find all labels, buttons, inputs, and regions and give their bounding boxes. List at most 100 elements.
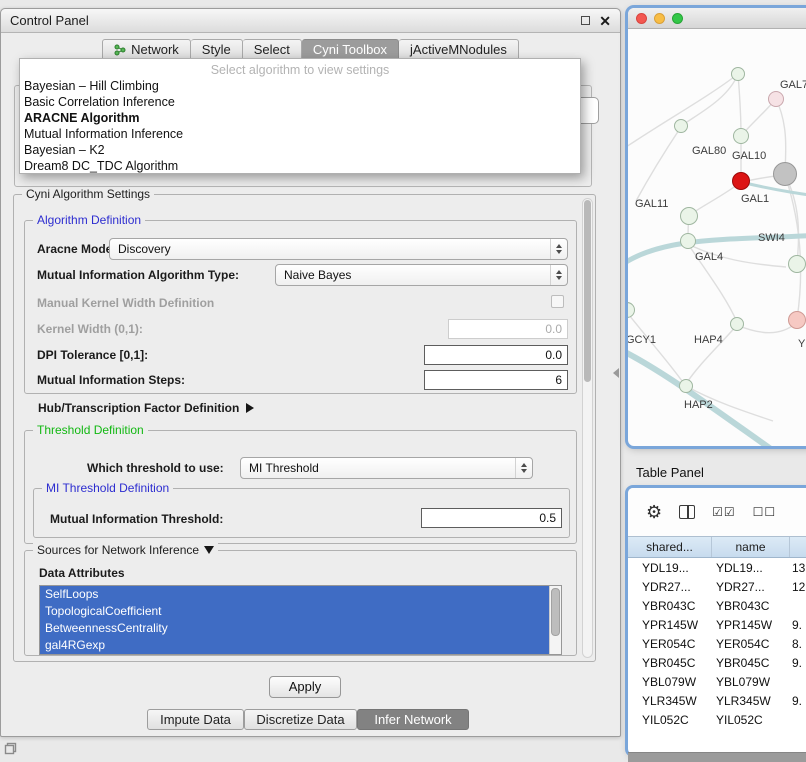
which-threshold-select[interactable]: MI Threshold <box>240 457 533 479</box>
mi-type-select[interactable]: Naive Bayes <box>275 264 568 286</box>
float-window-icon[interactable] <box>581 16 590 25</box>
attribute-item-selected[interactable]: gal4RGexp <box>40 637 549 654</box>
sources-group: Sources for Network Inference Data Attri… <box>24 550 577 656</box>
algorithm-option[interactable]: Bayesian – K2 <box>20 142 580 158</box>
network-node[interactable] <box>731 67 745 81</box>
tab-jactivemnodules[interactable]: jActiveMNodules <box>399 39 519 60</box>
network-node[interactable] <box>768 91 784 107</box>
tab-network[interactable]: Network <box>102 39 191 60</box>
table-row[interactable]: YBL079W YBL079W <box>628 672 806 691</box>
column-header-name[interactable]: name <box>712 537 790 557</box>
sources-legend[interactable]: Sources for Network Inference <box>37 543 199 557</box>
network-node[interactable] <box>674 119 688 133</box>
tab-impute-data[interactable]: Impute Data <box>147 709 244 730</box>
table-row[interactable]: YDR27... YDR27... 12 <box>628 577 806 596</box>
minimize-traffic-light[interactable] <box>654 13 665 24</box>
tab-select[interactable]: Select <box>243 39 302 60</box>
network-canvas[interactable]: GAL7 GAL80 GAL10 GAL11 GAL1 SWI4 GAL4 GC… <box>628 29 806 446</box>
network-node[interactable] <box>730 317 744 331</box>
network-node[interactable] <box>733 128 749 144</box>
cell: 9. <box>790 618 806 632</box>
aracne-mode-select[interactable]: Discovery <box>109 238 568 260</box>
cell: YLR345W <box>628 694 712 708</box>
network-node[interactable] <box>773 162 797 186</box>
kernel-width-input[interactable] <box>448 319 568 339</box>
table-row[interactable]: YPR145W YPR145W 9. <box>628 615 806 634</box>
deselect-all-icon[interactable]: ☐☐ <box>753 505 777 519</box>
table-row[interactable]: YER054C YER054C 8. <box>628 634 806 653</box>
algorithm-option[interactable]: Bayesian – Hill Climbing <box>20 78 580 94</box>
zoom-traffic-light[interactable] <box>672 13 683 24</box>
collapse-down-icon[interactable] <box>204 546 214 554</box>
algorithm-option-selected[interactable]: ARACNE Algorithm <box>20 110 580 126</box>
mi-threshold-input[interactable] <box>421 508 562 528</box>
column-header-extra[interactable] <box>790 537 806 557</box>
node-label: HAP2 <box>684 399 713 411</box>
node-label: GCY1 <box>628 334 656 346</box>
network-window-titlebar[interactable] <box>628 8 806 29</box>
apply-button[interactable]: Apply <box>269 676 341 698</box>
tab-cyni-toolbox[interactable]: Cyni Toolbox <box>302 39 399 60</box>
control-panel-titlebar[interactable]: Control Panel ✕ <box>1 9 620 33</box>
tab-label: Style <box>202 42 231 57</box>
manual-kernel-checkbox[interactable] <box>551 295 564 308</box>
cell: YDR27... <box>712 580 790 594</box>
expand-right-icon[interactable] <box>246 403 254 413</box>
table-row[interactable]: YBR045C YBR045C 9. <box>628 653 806 672</box>
attributes-listbox[interactable]: SelfLoops TopologicalCoefficient Between… <box>39 585 562 655</box>
algorithm-option[interactable]: Mutual Information Inference <box>20 126 580 142</box>
cell: YBR045C <box>712 656 790 670</box>
which-threshold-label: Which threshold to use: <box>87 461 224 475</box>
network-node-gal4[interactable] <box>680 233 696 249</box>
tab-infer-network[interactable]: Infer Network <box>357 709 469 730</box>
column-header-shared[interactable]: shared... <box>628 537 712 557</box>
mi-threshold-definition-group: MI Threshold Definition Mutual Informati… <box>33 488 570 538</box>
mi-threshold-label: Mutual Information Threshold: <box>50 512 223 526</box>
network-node-gal10-highlighted[interactable] <box>732 172 750 190</box>
cell: YDL19... <box>712 561 790 575</box>
tab-style[interactable]: Style <box>191 39 243 60</box>
table-row[interactable]: YLR345W YLR345W 9. <box>628 691 806 710</box>
settings-scrollbar[interactable] <box>582 198 593 658</box>
splitter-collapse-icon[interactable] <box>613 368 619 378</box>
combo-arrows-icon <box>550 265 567 285</box>
algorithm-option[interactable]: Basic Correlation Inference <box>20 94 580 110</box>
network-node-gal11[interactable] <box>680 207 698 225</box>
attribute-item-selected[interactable]: TopologicalCoefficient <box>40 603 549 620</box>
attribute-item-selected[interactable]: BetweennessCentrality <box>40 620 549 637</box>
attribute-item-selected[interactable]: SelfLoops <box>40 586 549 603</box>
tab-label: Network <box>131 42 179 57</box>
aracne-mode-value: Discovery <box>118 242 171 256</box>
tab-discretize-data[interactable]: Discretize Data <box>244 709 357 730</box>
network-node[interactable] <box>788 255 806 273</box>
gear-icon[interactable]: ⚙ <box>646 503 662 521</box>
window-title: Control Panel <box>10 13 89 28</box>
cell: YDL19... <box>628 561 712 575</box>
list-scrollbar[interactable] <box>549 586 561 654</box>
table-row[interactable]: YIL052C YIL052C <box>628 710 806 729</box>
cell: 9. <box>790 694 806 708</box>
aracne-mode-label: Aracne Mode: <box>37 242 116 256</box>
algorithm-dropdown-popup: Select algorithm to view settings Bayesi… <box>19 58 581 174</box>
algorithm-option[interactable]: Dream8 DC_TDC Algorithm <box>20 158 580 174</box>
table-row[interactable]: YDL19... YDL19... 13 <box>628 558 806 577</box>
tab-label: jActiveMNodules <box>410 42 507 57</box>
table-row[interactable]: YBR043C YBR043C <box>628 596 806 615</box>
node-label: SWI4 <box>758 232 785 244</box>
network-icon <box>114 44 126 56</box>
mi-steps-input[interactable] <box>424 370 568 390</box>
cell: YLR345W <box>712 694 790 708</box>
list-scrollbar-thumb[interactable] <box>551 588 560 636</box>
close-icon[interactable]: ✕ <box>599 14 611 28</box>
network-node[interactable] <box>788 311 806 329</box>
close-traffic-light[interactable] <box>636 13 647 24</box>
network-node-hap2[interactable] <box>679 379 693 393</box>
select-all-icon[interactable]: ☑☑ <box>712 505 736 519</box>
hub-definition-expander[interactable]: Hub/Transcription Factor Definition <box>38 401 254 415</box>
settings-scrollbar-thumb[interactable] <box>584 200 591 382</box>
columns-icon[interactable] <box>679 505 695 519</box>
data-attributes-label: Data Attributes <box>39 566 125 580</box>
node-label: Y <box>798 338 805 350</box>
dpi-tolerance-input[interactable] <box>424 345 568 365</box>
restore-window-icon[interactable] <box>4 742 17 755</box>
